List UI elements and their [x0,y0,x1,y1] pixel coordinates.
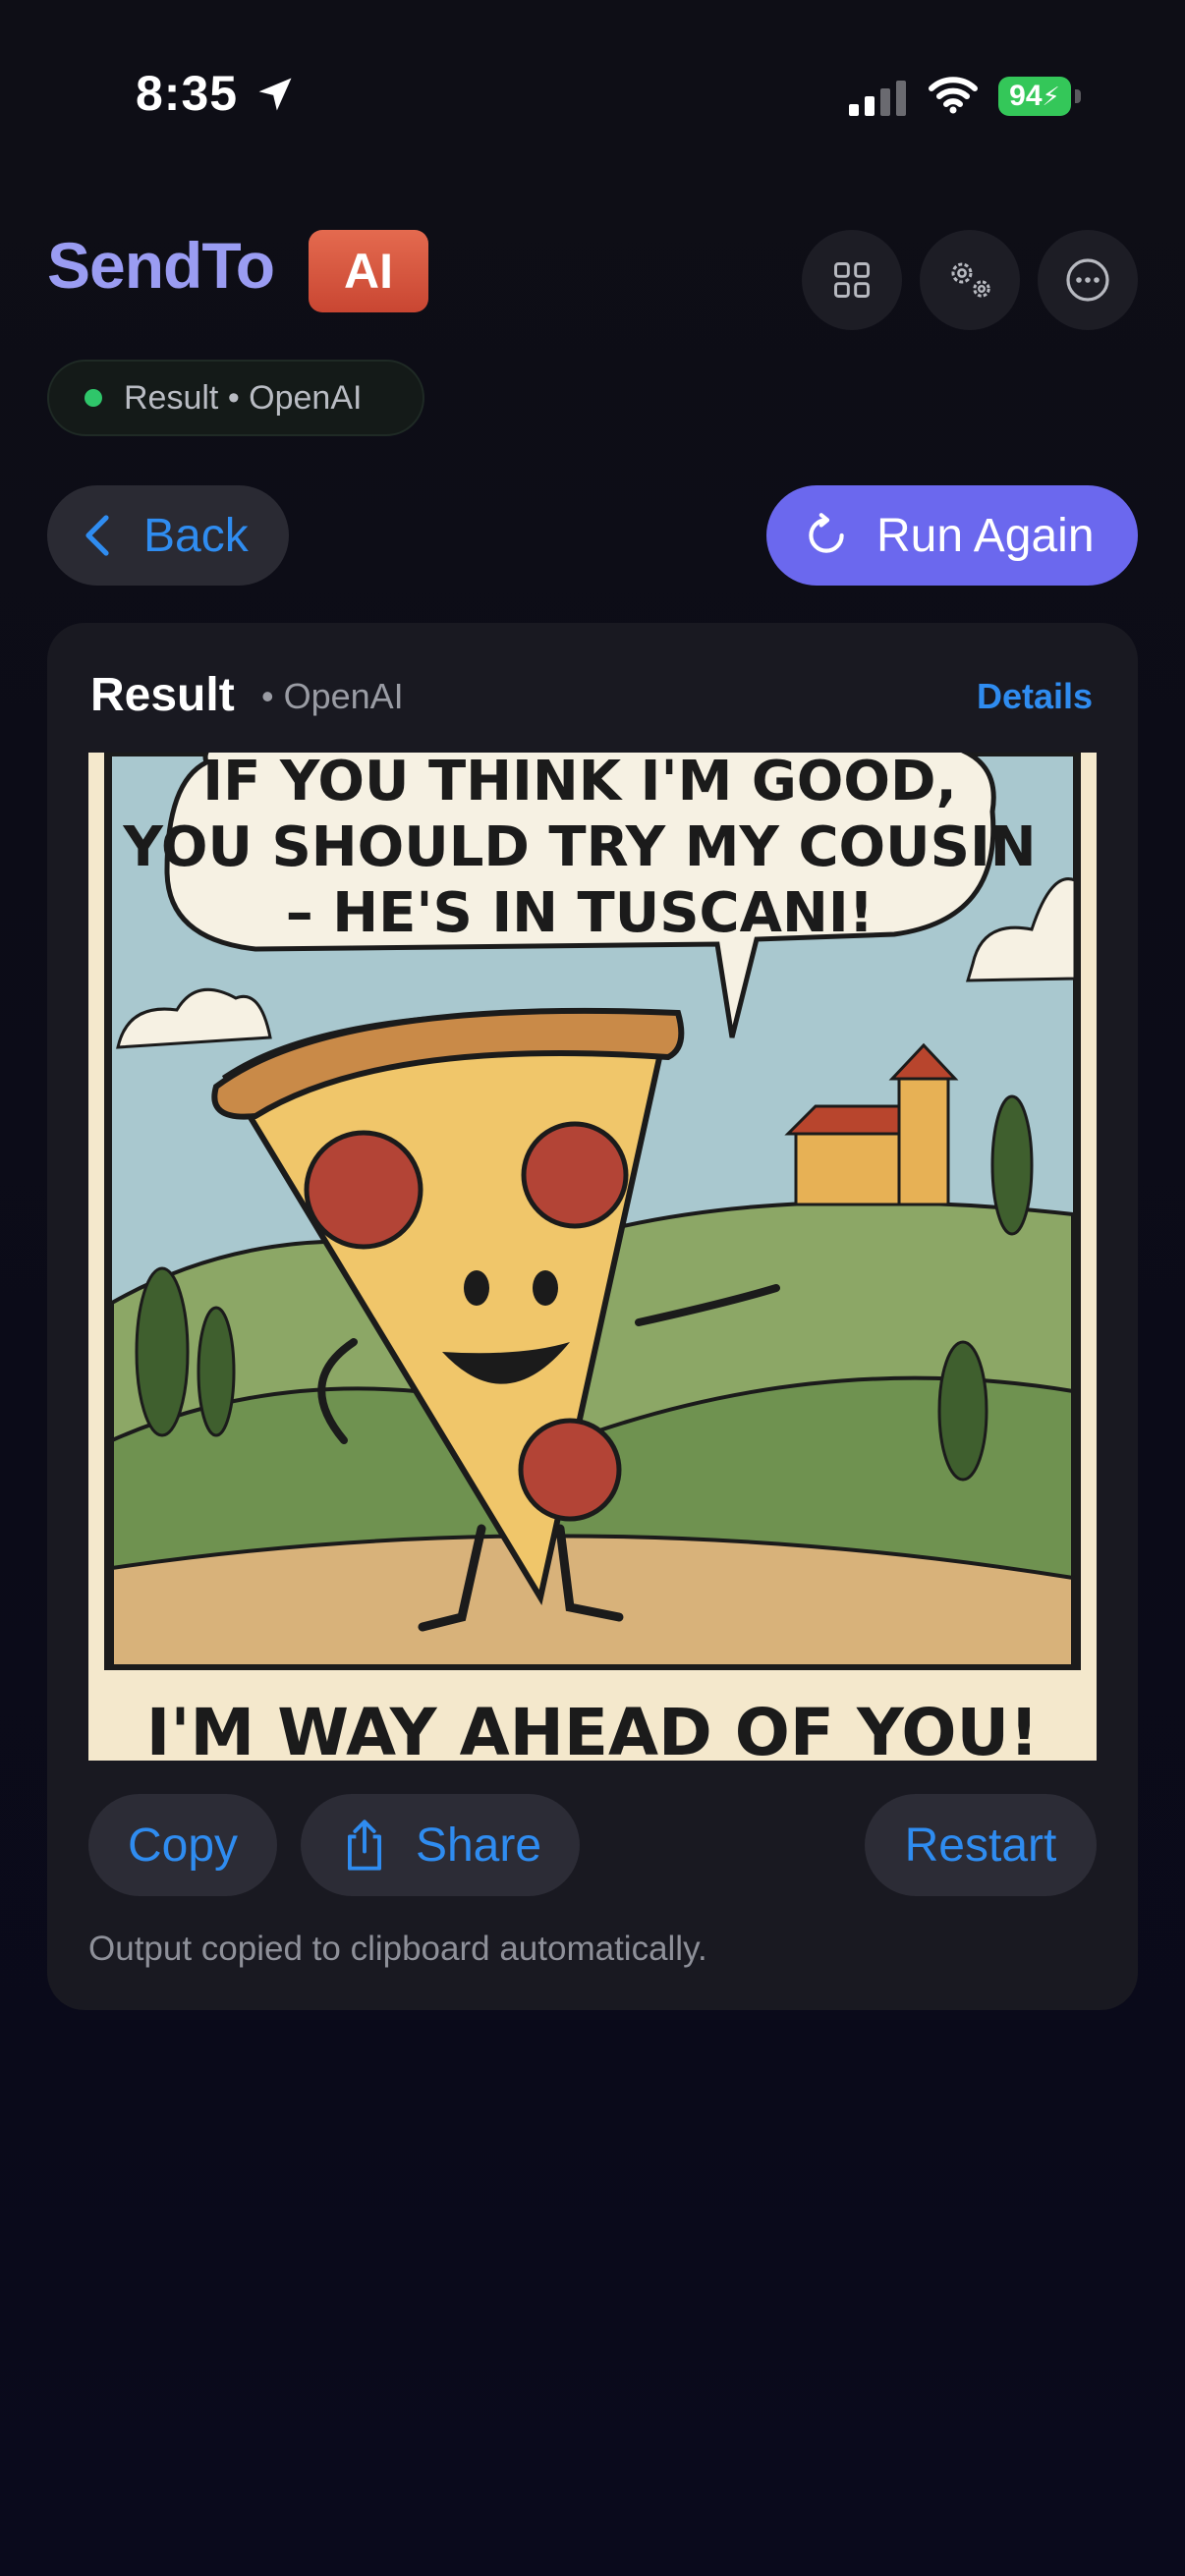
share-button[interactable]: Share [301,1794,580,1896]
run-again-label: Run Again [876,509,1095,562]
copy-button[interactable]: Copy [88,1794,277,1896]
details-link[interactable]: Details [977,676,1093,717]
wifi-icon [929,77,978,114]
status-text: Result • OpenAI [124,378,363,417]
copy-label: Copy [127,1819,239,1872]
share-icon [347,1820,381,1871]
comic-caption: I'M WAY AHEAD OF YOU! [146,1695,1039,1761]
more-icon [1066,258,1109,302]
chevron-left-icon [85,515,109,556]
signal-icon [849,81,906,116]
result-image: IF YOU THINK I'M GOOD, YOU SHOULD TRY MY… [88,753,1097,1761]
grid-button[interactable] [802,230,902,330]
pizza-comic-illustration: IF YOU THINK I'M GOOD, YOU SHOULD TRY MY… [88,753,1097,1761]
back-label: Back [143,509,249,562]
more-button[interactable] [1038,230,1138,330]
status-dot [85,389,102,407]
battery-charging-icon: 94 ⚡ [998,77,1081,116]
card-title: Result [90,669,235,721]
speech-line-2: YOU SHOULD TRY MY COUSIN [122,815,1036,879]
speech-line-1: IF YOU THINK I'M GOOD, [202,753,957,813]
status-pill: Result • OpenAI [47,360,424,436]
settings-button[interactable] [920,230,1020,330]
back-button[interactable]: Back [47,485,289,586]
run-again-button[interactable]: Run Again [766,485,1138,586]
refresh-icon [809,513,844,553]
gears-icon [951,262,990,298]
card-subtitle: • OpenAI [261,676,404,716]
grid-icon [834,262,870,298]
restart-label: Restart [904,1819,1057,1872]
battery-level: 94 [1009,80,1043,112]
ai-badge: AI [309,230,428,312]
speech-line-3: – HE'S IN TUSCANI! [286,881,874,945]
share-label: Share [415,1819,542,1872]
location-arrow-icon [258,78,292,111]
brand-title: SendTo [47,229,275,302]
restart-button[interactable]: Restart [865,1794,1097,1896]
clipboard-note: Output copied to clipboard automatically… [88,1930,707,1968]
status-time: 8:35 [136,66,239,121]
